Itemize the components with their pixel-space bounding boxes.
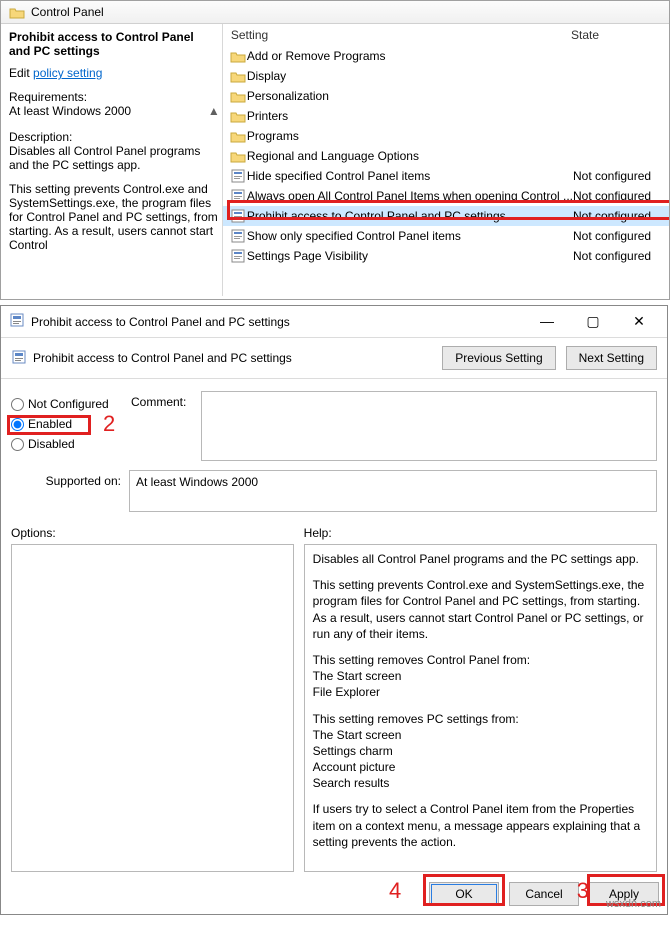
policy-icon — [9, 312, 25, 331]
folder-icon — [229, 50, 247, 63]
policy-icon — [229, 229, 247, 243]
folder-row[interactable]: Programs — [223, 126, 669, 146]
radio-not-configured[interactable]: Not Configured — [11, 397, 121, 411]
radio-enabled-input[interactable] — [11, 418, 24, 431]
radio-not-configured-input[interactable] — [11, 398, 24, 411]
gpe-details-pane: Prohibit access to Control Panel and PC … — [1, 24, 223, 296]
setting-name: Show only specified Control Panel items — [247, 227, 573, 245]
annotation-4: 4 — [389, 878, 401, 904]
help-paragraph: This setting removes PC settings from:Th… — [313, 711, 648, 792]
next-setting-button[interactable]: Next Setting — [566, 346, 657, 370]
col-setting[interactable]: Setting — [231, 28, 571, 42]
comment-textarea[interactable] — [201, 391, 657, 461]
setting-state: Not configured — [573, 167, 663, 185]
gpe-header-title: Control Panel — [31, 5, 104, 19]
policy-row[interactable]: Settings Page VisibilityNot configured — [223, 246, 669, 266]
setting-name: Settings Page Visibility — [247, 247, 573, 265]
policy-icon — [229, 209, 247, 223]
ok-button[interactable]: OK — [429, 882, 499, 906]
folder-row[interactable]: Regional and Language Options — [223, 146, 669, 166]
requirements-label: Requirements: — [9, 90, 218, 104]
supported-on-label: Supported on: — [11, 470, 121, 488]
requirements-value: At least Windows 2000 — [9, 104, 218, 118]
setting-state: Not configured — [573, 227, 663, 245]
setting-name: Display — [247, 67, 573, 85]
description-text: Disables all Control Panel programs and … — [9, 144, 218, 172]
edit-policy-link[interactable]: policy setting — [33, 66, 102, 80]
setting-state: Not configured — [573, 247, 663, 265]
folder-icon — [229, 130, 247, 143]
policy-row[interactable]: Always open All Control Panel Items when… — [223, 186, 669, 206]
setting-name: Programs — [247, 127, 573, 145]
help-paragraph: This setting removes Control Panel from:… — [313, 652, 648, 701]
close-button[interactable]: ✕ — [625, 313, 653, 330]
setting-name: Always open All Control Panel Items when… — [247, 187, 573, 205]
description-label: Description: — [9, 130, 218, 144]
dialog-subtitle: Prohibit access to Control Panel and PC … — [33, 351, 292, 365]
setting-name: Prohibit access to Control Panel and PC … — [247, 207, 573, 225]
comment-label: Comment: — [131, 391, 191, 409]
policy-icon — [11, 349, 27, 368]
folder-row[interactable]: Add or Remove Programs — [223, 46, 669, 66]
dialog-toolbar: Prohibit access to Control Panel and PC … — [1, 338, 667, 378]
folder-row[interactable]: Personalization — [223, 86, 669, 106]
supported-on-value: At least Windows 2000 — [129, 470, 657, 512]
watermark: wsxdn.com — [606, 898, 661, 910]
help-box[interactable]: Disables all Control Panel programs and … — [304, 544, 657, 872]
policy-icon — [229, 169, 247, 183]
policy-properties-dialog: Prohibit access to Control Panel and PC … — [0, 305, 668, 915]
gpe-header: Control Panel — [1, 1, 669, 24]
policy-icon — [229, 189, 247, 203]
setting-name: Add or Remove Programs — [247, 47, 573, 65]
minimize-button[interactable]: — — [533, 313, 561, 330]
setting-name: Regional and Language Options — [247, 147, 573, 165]
folder-icon — [229, 150, 247, 163]
dialog-button-row: 4 OK Cancel 3 Apply — [1, 872, 667, 914]
radio-disabled[interactable]: Disabled — [11, 437, 121, 451]
setting-state: Not configured — [573, 187, 663, 205]
state-radio-group: Not Configured Enabled Disabled 2 — [11, 391, 121, 457]
policy-row[interactable]: Hide specified Control Panel itemsNot co… — [223, 166, 669, 186]
policy-row[interactable]: Prohibit access to Control Panel and PC … — [223, 206, 669, 226]
options-label: Options: — [11, 526, 294, 540]
folder-icon — [229, 110, 247, 123]
setting-name: Hide specified Control Panel items — [247, 167, 573, 185]
details-title: Prohibit access to Control Panel and PC … — [9, 30, 218, 58]
gpe-settings-list: Setting State Add or Remove Programs Disp… — [223, 24, 669, 296]
help-paragraph: Disables all Control Panel programs and … — [313, 551, 648, 567]
radio-disabled-input[interactable] — [11, 438, 24, 451]
setting-name: Personalization — [247, 87, 573, 105]
policy-row[interactable]: Show only specified Control Panel itemsN… — [223, 226, 669, 246]
folder-row[interactable]: Display — [223, 66, 669, 86]
description-para2: This setting prevents Control.exe and Sy… — [9, 182, 218, 252]
folder-icon — [229, 70, 247, 83]
folder-icon — [229, 90, 247, 103]
help-paragraph: This setting prevents Control.exe and Sy… — [313, 577, 648, 642]
setting-name: Printers — [247, 107, 573, 125]
folder-row[interactable]: Printers — [223, 106, 669, 126]
group-policy-editor-window: Control Panel Prohibit access to Control… — [0, 0, 670, 300]
radio-enabled[interactable]: Enabled — [11, 417, 121, 431]
col-state[interactable]: State — [571, 28, 661, 42]
dialog-title: Prohibit access to Control Panel and PC … — [31, 315, 527, 329]
dialog-titlebar: Prohibit access to Control Panel and PC … — [1, 306, 667, 337]
maximize-button[interactable]: ▢ — [579, 313, 607, 330]
folder-icon — [9, 6, 25, 19]
options-box — [11, 544, 294, 872]
list-header: Setting State — [223, 24, 669, 46]
help-label: Help: — [304, 526, 657, 540]
edit-policy-line: Edit policy setting — [9, 66, 218, 80]
policy-icon — [229, 249, 247, 263]
previous-setting-button[interactable]: Previous Setting — [442, 346, 555, 370]
cancel-button[interactable]: Cancel — [509, 882, 579, 906]
help-paragraph: If users try to select a Control Panel i… — [313, 801, 648, 850]
scroll-up-icon[interactable]: ▲ — [208, 104, 220, 118]
setting-state: Not configured — [573, 207, 663, 225]
